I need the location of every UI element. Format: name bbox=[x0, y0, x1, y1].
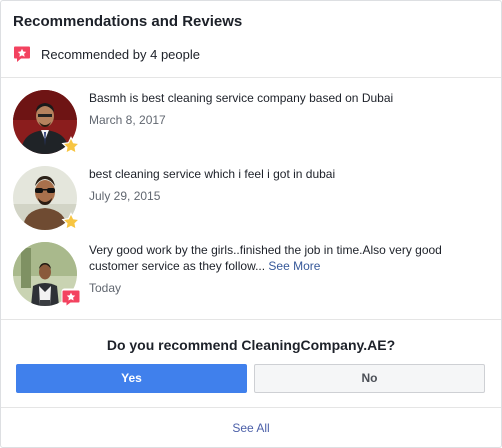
recommend-question: Do you recommend CleaningCompany.AE? bbox=[106, 337, 396, 353]
recommend-question-section: Do you recommend CleaningCompany.AE? Yes… bbox=[1, 319, 501, 408]
see-more-link[interactable]: See More bbox=[268, 259, 320, 273]
recommend-flag-icon bbox=[61, 288, 81, 308]
review-text-content: Very good work by the girls..finished th… bbox=[89, 243, 442, 273]
star-icon bbox=[61, 212, 81, 232]
recommendation-summary: Recommended by 4 people bbox=[13, 44, 489, 64]
recommended-count-text: Recommended by 4 people bbox=[41, 46, 200, 62]
recommend-flag-icon bbox=[13, 45, 31, 63]
card-footer: See All bbox=[1, 407, 501, 447]
review-date[interactable]: July 29, 2015 bbox=[89, 188, 489, 204]
yes-button[interactable]: Yes bbox=[16, 364, 247, 393]
recommendations-card: Recommendations and Reviews Recommended … bbox=[0, 0, 502, 448]
recommend-buttons: Yes No bbox=[16, 364, 486, 393]
review-text: Basmh is best cleaning service company b… bbox=[89, 91, 394, 105]
review-date[interactable]: March 8, 2017 bbox=[89, 112, 489, 128]
no-button[interactable]: No bbox=[254, 364, 485, 393]
reviews-list: Basmh is best cleaning service company b… bbox=[1, 77, 501, 320]
see-all-link[interactable]: See All bbox=[1, 421, 501, 435]
review-text: best cleaning service which i feel i got… bbox=[89, 167, 336, 181]
star-icon bbox=[61, 136, 81, 156]
review-body: Basmh is best cleaning service company b… bbox=[89, 90, 489, 128]
review-body: Very good work by the girls..finished th… bbox=[89, 242, 489, 296]
card-header: Recommendations and Reviews Recommended … bbox=[1, 1, 501, 64]
card-title: Recommendations and Reviews bbox=[13, 13, 243, 30]
review-text: Very good work by the girls..finished th… bbox=[89, 242, 489, 274]
review-date[interactable]: Today bbox=[89, 280, 489, 296]
review-body: best cleaning service which i feel i got… bbox=[89, 166, 489, 204]
